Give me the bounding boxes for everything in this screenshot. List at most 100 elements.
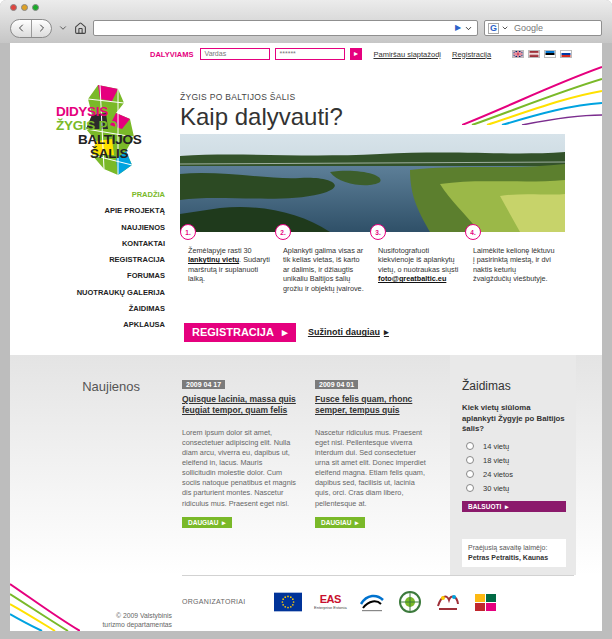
step: 3. Nusifotografuoti kiekvienoje iš aplank…	[370, 224, 465, 293]
arrow-icon: ▸	[355, 519, 359, 526]
history-menu-button[interactable]	[58, 23, 68, 33]
forgot-password-link[interactable]: Pamiršau slaptažodį	[373, 50, 441, 59]
news-body: Nascetur ridiculus mus. Praesent eget ni…	[315, 428, 430, 509]
browser-chrome: ▶ GGoogle	[0, 0, 612, 43]
radio-icon[interactable]	[466, 456, 474, 464]
news-title[interactable]: Fusce felis quam, rhonc semper, tempus q…	[315, 394, 430, 416]
page-kicker: ŽYGIS PO BALTIJOS ŠALIS	[180, 92, 570, 102]
logo-text: BALTIJOS	[56, 133, 180, 147]
cta-row: REGISTRACIJA▸ Sužinoti daugiau▸	[180, 323, 570, 341]
radio-icon[interactable]	[466, 442, 474, 450]
google-icon[interactable]: G	[488, 23, 499, 34]
step-segment: Aplankyti galima visas ar tik kelias vie…	[283, 246, 364, 293]
step-link[interactable]: lankytinų vietų	[188, 255, 239, 264]
history-buttons	[10, 19, 52, 38]
latvia-flag-icon[interactable]	[528, 50, 540, 58]
lithuania-logo-icon[interactable]	[473, 590, 499, 614]
main-column: ŽYGIS PO BALTIJOS ŠALIS Kaip dalyvauti? 1.…	[180, 65, 570, 355]
step-text: Laimėkite kelionę lėktuvu į pasirinktą m…	[465, 246, 555, 284]
step-number: 2.	[275, 224, 291, 240]
home-button[interactable]	[74, 22, 87, 35]
organizers-label: ORGANIZATORIAI	[182, 598, 262, 605]
step-text: Nusifotografuoti kiekvienoje iš aplankyt…	[370, 246, 460, 284]
window-controls	[10, 4, 602, 12]
nav-item[interactable]: APKLAUSA	[123, 317, 165, 333]
vote-button[interactable]: BALSUOTI▸	[462, 501, 566, 512]
more-button[interactable]: DAUGIAU▸	[182, 517, 232, 528]
news-title[interactable]: Quisque lacinia, massa quis feugiat temp…	[182, 394, 297, 416]
latvia-logo-icon[interactable]	[435, 590, 461, 614]
nav-item[interactable]: NAUJIENOS	[121, 220, 165, 236]
footer: © 2009 Valstybinisturizmo departamentasO…	[10, 575, 602, 631]
step-number: 4.	[465, 224, 481, 240]
toolbar: ▶ GGoogle	[10, 16, 602, 40]
learn-more-link[interactable]: Sužinoti daugiau▸	[308, 327, 389, 337]
dropdown-icon[interactable]	[501, 24, 509, 32]
search-box[interactable]: GGoogle	[484, 20, 602, 36]
header: DIDYSISŽYGIS POBALTIJOSŠALISPRADŽIAAPIE …	[10, 65, 602, 355]
back-arrow-icon	[15, 22, 27, 34]
arrow-icon: ▸	[282, 326, 288, 338]
steps: 1.Žemėlapyje rasti 30 lankytinų vietų. S…	[180, 224, 570, 293]
game-option[interactable]: 14 vietų	[466, 442, 566, 451]
dropdown-icon	[58, 23, 68, 33]
game-question: Kiek vietų siūloma aplankyti Žygyje po B…	[462, 403, 566, 435]
eu-flag-icon[interactable]	[274, 590, 302, 614]
nav-item[interactable]: KONTAKTAI	[122, 236, 165, 252]
landscape-photo	[180, 134, 565, 232]
game-options: 14 vietų 18 vietų 24 vietos 30 vietų	[462, 442, 566, 493]
logo-text: DIDYSIS	[56, 105, 180, 119]
step: 4. Laimėkite kelionę lėktuvu į pasirinktą…	[465, 224, 560, 293]
password-input[interactable]: ******	[275, 48, 345, 60]
news-body: Lorem ipsum dolor sit amet, consectetuer…	[182, 428, 297, 509]
emblem-logo-icon[interactable]	[397, 590, 423, 614]
estonia-flag-icon[interactable]	[544, 50, 556, 58]
news-date: 2009 04 17	[182, 380, 225, 389]
game-panel: Žaidimas Kiek vietų siūloma aplankyti Žyg…	[450, 355, 576, 575]
left-column: DIDYSISŽYGIS POBALTIJOSŠALISPRADŽIAAPIE …	[10, 65, 180, 355]
news-heading-column: Naujienos	[10, 355, 182, 575]
radio-icon[interactable]	[466, 470, 474, 478]
nav-item[interactable]: APIE PROJEKTĄ	[105, 203, 165, 219]
register-button[interactable]: REGISTRACIJA▸	[184, 323, 296, 341]
russia-flag-icon[interactable]	[560, 50, 572, 58]
nav-item[interactable]: ŽAIDIMAS	[129, 301, 165, 317]
web-page: DALYVIAMSVardas******▸Pamiršau slaptažod…	[10, 43, 602, 631]
minimize-dot-icon[interactable]	[21, 4, 28, 11]
game-option[interactable]: 24 vietos	[466, 470, 566, 479]
username-input[interactable]: Vardas	[200, 48, 270, 60]
main-nav: PRADŽIAAPIE PROJEKTĄNAUJIENOSKONTAKTAIRE…	[10, 187, 180, 334]
language-flags	[512, 50, 572, 58]
news-item: 2009 04 17 Quisque lacinia, massa quis fe…	[182, 355, 297, 575]
eas-logo[interactable]: EASEnterprise Estonia	[314, 594, 347, 610]
nav-item[interactable]: REGISTRACIJA	[109, 252, 165, 268]
game-option[interactable]: 18 vietų	[466, 456, 566, 465]
zoom-dot-icon[interactable]	[32, 4, 39, 11]
page-title: Kaip dalyvauti?	[180, 104, 570, 130]
more-button[interactable]: DAUGIAU▸	[315, 517, 365, 528]
dropdown-icon[interactable]	[464, 24, 473, 33]
go-icon[interactable]: ▶	[455, 24, 461, 32]
site-logo[interactable]: DIDYSISŽYGIS POBALTIJOSŠALIS	[10, 77, 180, 177]
uk-flag-icon[interactable]	[512, 50, 524, 58]
address-bar[interactable]: ▶	[93, 20, 478, 36]
login-button[interactable]: ▸	[350, 48, 362, 60]
back-button[interactable]	[11, 20, 31, 37]
nav-item[interactable]: FORUMAS	[127, 268, 165, 284]
game-option[interactable]: 30 vietų	[466, 484, 566, 493]
arrow-icon: ▸	[505, 503, 509, 510]
step-link[interactable]: foto@greatbaltic.eu	[378, 274, 446, 283]
game-heading: Žaidimas	[462, 379, 566, 393]
register-link[interactable]: Registracija	[452, 50, 491, 59]
close-dot-icon[interactable]	[10, 4, 17, 11]
arrow-icon: ▸	[384, 327, 389, 337]
news-section: Naujienos2009 04 17 Quisque lacinia, mass…	[10, 355, 602, 575]
forward-button[interactable]	[31, 20, 51, 37]
nav-item[interactable]: PRADŽIA	[132, 187, 165, 203]
step-text: Aplankyti galima visas ar tik kelias vie…	[275, 246, 365, 293]
step-segment: Žemėlapyje rasti 30	[188, 246, 252, 255]
radio-icon[interactable]	[466, 484, 474, 492]
estonia-tourism-logo-icon[interactable]	[359, 590, 385, 614]
step-number: 3.	[370, 224, 386, 240]
nav-item[interactable]: NUOTRAUKŲ GALERIJA	[77, 285, 165, 301]
